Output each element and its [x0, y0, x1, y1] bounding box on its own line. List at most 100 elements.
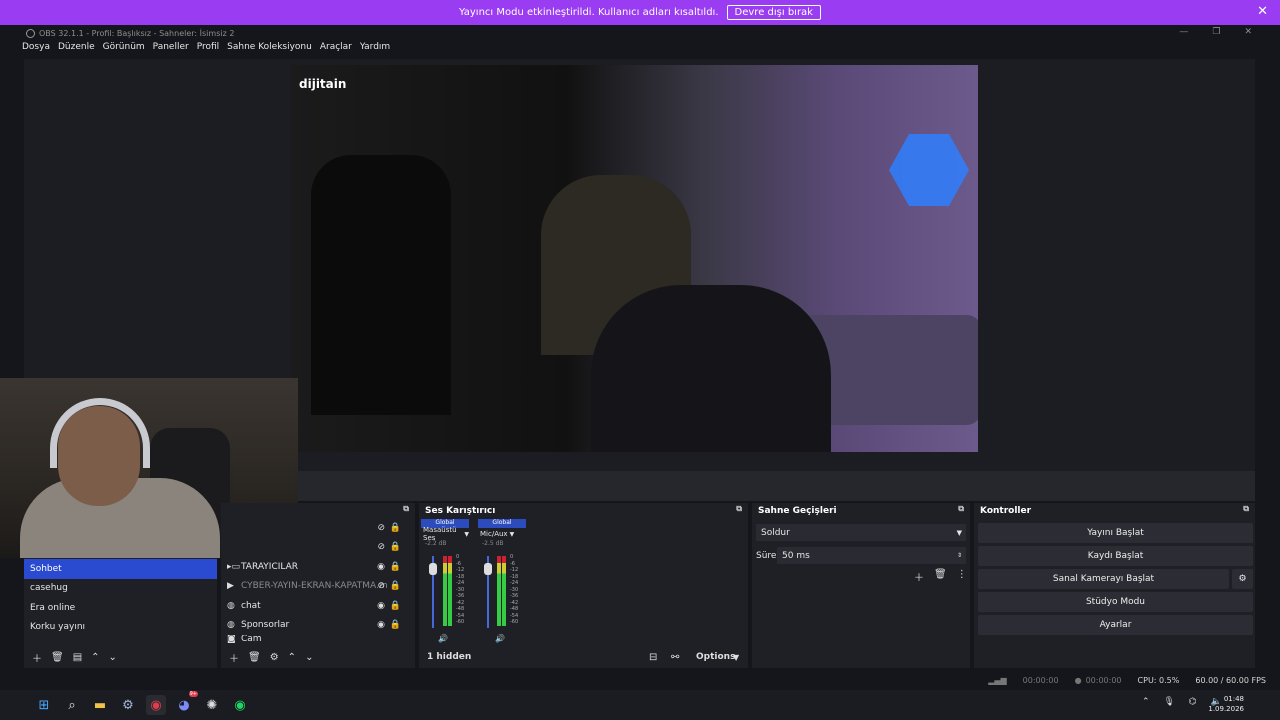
dock-undock-icon[interactable]: ⧉ — [403, 504, 409, 514]
clock[interactable]: 01:48 1.09.2026 — [1208, 694, 1244, 714]
lock-icon[interactable]: 🔒 — [390, 581, 401, 591]
chevron-down-icon[interactable]: ⌄ — [109, 652, 117, 663]
maximize-icon[interactable]: ❐ — [1212, 27, 1220, 37]
steam-icon[interactable]: ⚙ — [118, 695, 138, 715]
transition-select[interactable]: Soldur ▼ — [756, 524, 966, 541]
chatgpt-icon[interactable]: ✺ — [202, 695, 222, 715]
eye-icon[interactable]: ◉ — [377, 620, 385, 630]
lock-icon[interactable]: 🔒 — [390, 542, 401, 552]
microphone-icon[interactable]: 🎙 — [1163, 697, 1174, 707]
taskbar: ⊞ ⌕ ▬ ⚙ ◉ ◕ 9+ ✺ ◉ — [0, 690, 1280, 720]
start-streaming-button[interactable]: Yayını Başlat — [978, 523, 1253, 543]
preview-video: dijitain — [291, 65, 978, 452]
studio-mode-button[interactable]: Stüdyo Modu — [978, 592, 1253, 612]
source-item[interactable]: ◍ Sponsorlar ◉ 🔒 — [221, 616, 415, 636]
add-icon[interactable]: ＋ — [914, 569, 924, 584]
level-meter — [497, 556, 501, 626]
channel-name[interactable]: Mic/Aux ▼ — [478, 528, 526, 540]
add-icon[interactable]: ＋ — [229, 650, 239, 665]
gear-icon[interactable]: ⚙ — [270, 652, 279, 663]
mixer-channel: Global Masaüstü Ses ▼ -2.2 dB 0 -6 -12 -18 -2… — [421, 519, 469, 643]
start-virtual-camera-button[interactable]: Sanal Kamerayı Başlat — [978, 569, 1229, 589]
duration-spinbox[interactable]: 50 ms ⇕ — [777, 547, 966, 564]
menu-docks[interactable]: Paneller — [153, 42, 189, 56]
scene-item[interactable]: Era online — [24, 598, 217, 618]
caret-down-icon[interactable]: ▼ — [733, 653, 739, 662]
stream-time: 00:00:00 — [1022, 675, 1059, 685]
add-icon[interactable]: ＋ — [32, 650, 42, 665]
more-icon[interactable]: ⋮ — [957, 569, 967, 584]
lock-icon[interactable]: 🔒 — [390, 562, 401, 572]
windows-start-icon[interactable]: ⊞ — [34, 695, 54, 715]
fader-knob[interactable] — [484, 563, 492, 575]
source-item[interactable]: ◙ Cam — [221, 635, 415, 643]
watermark-logo: dijitain — [299, 77, 347, 91]
gear-icon[interactable]: ⚙ — [1232, 569, 1253, 589]
channel-name[interactable]: Masaüstü Ses ▼ — [421, 526, 469, 542]
spotify-icon[interactable]: ◉ — [230, 695, 250, 715]
lock-icon[interactable]: 🔒 — [390, 620, 401, 630]
record-icon: ● — [1074, 675, 1082, 685]
source-item[interactable]: ◍ chat ◉ 🔒 — [221, 596, 415, 616]
settings-button[interactable]: Ayarlar — [978, 615, 1253, 635]
source-item[interactable]: ⊘ 🔒 — [221, 538, 415, 558]
scene-item[interactable]: Sohbet — [24, 559, 217, 579]
menu-tools[interactable]: Araçlar — [320, 42, 352, 56]
menu-profile[interactable]: Profil — [197, 42, 219, 56]
eye-icon[interactable]: ◉ — [377, 601, 385, 611]
caret-down-icon: ▼ — [956, 528, 962, 537]
chevron-up-icon[interactable]: ⌃ — [1142, 697, 1150, 707]
meter-ticks: 0 -6 -12 -18 -24 -30 -36 -42 -48 -54 -60 — [510, 554, 519, 625]
fader-knob[interactable] — [429, 563, 437, 575]
person-left — [311, 155, 451, 415]
disable-streamer-mode-button[interactable]: Devre dışı bırak — [726, 5, 821, 20]
trash-icon[interactable]: 🗑 — [248, 652, 261, 663]
speaker-icon[interactable]: 🔊 — [438, 634, 448, 643]
menu-scene-collection[interactable]: Sahne Koleksiyonu — [227, 42, 312, 56]
menu-help[interactable]: Yardım — [360, 42, 390, 56]
spin-arrows-icon[interactable]: ⇕ — [957, 552, 962, 559]
hidden-icon[interactable]: ⊘ — [377, 542, 385, 552]
discord-icon[interactable]: ◕ 9+ — [174, 691, 198, 715]
hidden-icon[interactable]: ⊘ — [377, 523, 385, 533]
layout-icon[interactable]: ⊟ — [649, 652, 657, 663]
filter-icon[interactable]: ▤ — [73, 652, 82, 663]
globe-icon: ◍ — [227, 620, 235, 631]
trash-icon[interactable]: 🗑 — [51, 652, 64, 663]
dock-undock-icon[interactable]: ⧉ — [1243, 504, 1249, 514]
lock-icon[interactable]: 🔒 — [390, 523, 401, 533]
chevron-up-icon[interactable]: ⌃ — [91, 652, 99, 663]
scene-item[interactable]: Korku yayını — [24, 618, 217, 638]
search-icon[interactable]: ⌕ — [62, 695, 82, 715]
trash-icon[interactable]: 🗑 — [934, 569, 947, 584]
minimize-icon[interactable]: — — [1179, 27, 1188, 37]
source-item-folder[interactable]: ▸▭ TARAYICILAR ◉ 🔒 — [221, 557, 415, 577]
hidden-icon[interactable]: ⊘ — [377, 581, 385, 591]
window-controls: — ❐ ✕ — [1179, 27, 1252, 37]
obs-taskbar-icon[interactable]: ◉ — [146, 695, 166, 715]
record-time: 00:00:00 — [1085, 675, 1122, 685]
source-item[interactable]: ▶ CYBER-YAYIN-EKRAN-KAPATMA.m ⊘ 🔒 — [221, 577, 415, 597]
menu-file[interactable]: Dosya — [22, 42, 50, 56]
menu-view[interactable]: Görünüm — [103, 42, 145, 56]
obs-logo-icon — [26, 28, 35, 38]
chevron-up-icon[interactable]: ⌃ — [288, 652, 296, 663]
scene-item[interactable]: casehug — [24, 579, 217, 599]
options-button[interactable]: Options — [696, 652, 735, 662]
close-icon[interactable]: ✕ — [1257, 4, 1268, 19]
source-item[interactable]: ⊘ 🔒 — [221, 518, 415, 538]
speaker-icon[interactable]: 🔊 — [495, 634, 505, 643]
network-icon[interactable]: ⌬ — [1189, 697, 1197, 707]
menu-edit[interactable]: Düzenle — [58, 42, 95, 56]
dock-undock-icon[interactable]: ⧉ — [958, 504, 964, 514]
level-meter — [443, 556, 447, 626]
advanced-audio-icon[interactable]: ⚯ — [671, 652, 679, 663]
chevron-down-icon[interactable]: ⌄ — [305, 652, 313, 663]
streamer-mode-banner: Yayıncı Modu etkinleştirildi. Kullanıcı … — [0, 0, 1280, 25]
dock-undock-icon[interactable]: ⧉ — [736, 504, 742, 514]
eye-icon[interactable]: ◉ — [377, 562, 385, 572]
lock-icon[interactable]: 🔒 — [390, 601, 401, 611]
start-recording-button[interactable]: Kaydı Başlat — [978, 546, 1253, 566]
file-explorer-icon[interactable]: ▬ — [90, 695, 110, 715]
close-window-icon[interactable]: ✕ — [1244, 27, 1252, 37]
